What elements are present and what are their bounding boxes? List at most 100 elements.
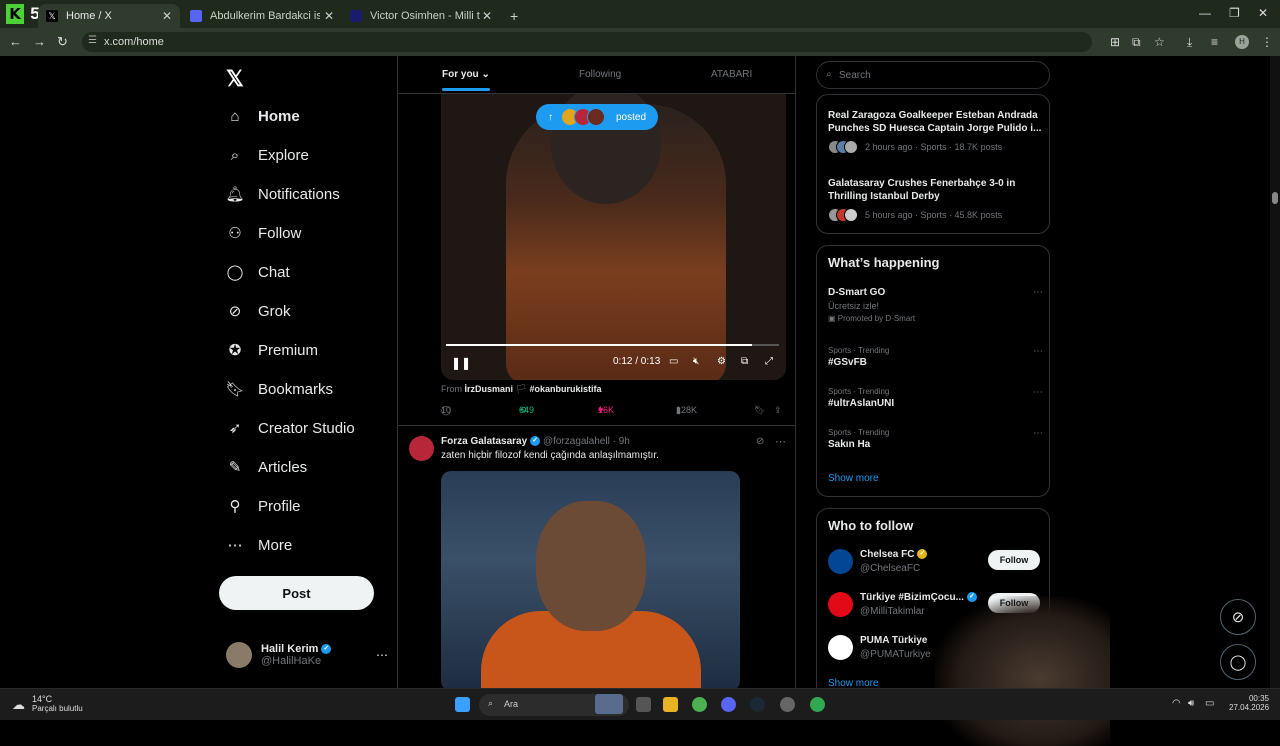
close-tab-icon[interactable]: ✕ (482, 9, 492, 23)
more-icon[interactable]: ⋯ (1033, 428, 1043, 439)
volume-icon[interactable]: 🔊︎ (1188, 698, 1194, 709)
video-progress-bar[interactable] (446, 344, 779, 346)
more-icon[interactable]: ⋯ (376, 648, 388, 662)
sidebar-item-explore[interactable]: ⌕ Explore (226, 138, 309, 172)
minimize-icon[interactable]: — (1199, 6, 1211, 20)
close-tab-icon[interactable]: ✕ (162, 9, 172, 23)
tab-for-you[interactable]: For you ⌄ (442, 69, 490, 91)
weather-widget[interactable]: ☁ 14°C Parçalı bulutlu (12, 694, 83, 713)
browser-taskbar-icon[interactable] (810, 697, 825, 712)
suggestion-name: Chelsea FC ✓ (860, 549, 928, 560)
new-posts-toast[interactable]: ↑ posted (536, 104, 658, 130)
captions-icon[interactable]: ▭ (669, 356, 678, 367)
attribution-user[interactable]: İrzDusmani (465, 384, 514, 394)
restore-icon[interactable]: ❐ (1229, 6, 1240, 20)
chrome-icon[interactable] (692, 697, 707, 712)
news-avatars (828, 140, 858, 154)
more-icon[interactable]: ⋯ (1033, 346, 1043, 357)
translate-icon[interactable]: ⊞ (1110, 35, 1120, 49)
sidebar-item-grok[interactable]: ⊘ Grok (226, 294, 291, 328)
sidebar-item-label: Articles (258, 458, 308, 476)
address-bar[interactable]: ☰ x.com/home (82, 32, 1092, 52)
news-item[interactable]: Real Zaragoza Goalkeeper Esteban Andrada… (828, 109, 1043, 154)
profile-avatar[interactable]: H (1235, 35, 1249, 49)
back-icon[interactable]: ← (9, 34, 22, 49)
sidebar-item-profile[interactable]: ⚲ Profile (226, 489, 301, 523)
sidebar-item-articles[interactable]: ✎ Articles (226, 450, 307, 484)
avatar[interactable] (409, 436, 434, 461)
sidebar-item-home[interactable]: ⌂ Home (226, 99, 299, 133)
new-tab-button[interactable]: + (502, 4, 522, 28)
sidebar-item-creator-studio[interactable]: ➶ Creator Studio (226, 411, 355, 445)
tab-osimhen[interactable]: Victor Osimhen - Milli takım | T ✕ (342, 4, 500, 28)
sidebar-item-premium[interactable]: ✪ Premium (226, 333, 318, 367)
more-icon[interactable]: ⋯ (1033, 387, 1043, 398)
pause-icon[interactable]: ❚❚ (451, 356, 471, 370)
reload-icon[interactable]: ↻ (57, 34, 68, 50)
tab-abdulkerim[interactable]: Abdulkerim Bardakci istatistikle ✕ (182, 4, 342, 28)
follow-button[interactable]: Follow (988, 550, 1040, 570)
steam-icon[interactable] (750, 697, 765, 712)
install-icon[interactable]: ⧉ (1132, 35, 1141, 50)
news-item[interactable]: Galatasaray Crushes Fenerbahçe 3-0 in Th… (828, 177, 1043, 222)
widget-icon[interactable] (595, 694, 623, 714)
scrollbar-thumb[interactable] (1272, 192, 1278, 204)
post-image[interactable] (441, 471, 740, 688)
fullscreen-icon[interactable]: ⤢ (765, 356, 773, 367)
avatar[interactable] (828, 592, 853, 617)
sidebar-item-more[interactable]: ⋯ More (226, 528, 293, 562)
video-player[interactable]: ❚❚ 0:12 / 0:13 ▭ 🔇︎ ⚙ ⧉ ⤢ (441, 94, 786, 380)
avatar[interactable] (828, 549, 853, 574)
sidebar-item-follow[interactable]: ⚇ Follow (226, 216, 301, 250)
task-view-icon[interactable] (636, 697, 651, 712)
settings-gear-icon[interactable]: ⚙ (717, 356, 726, 367)
app-icon[interactable] (780, 697, 795, 712)
grok-icon[interactable]: ⊘ (756, 436, 764, 447)
pip-icon[interactable]: ⧉ (741, 356, 748, 367)
discord-icon[interactable] (721, 697, 736, 712)
sidebar-item-chat[interactable]: ◯ Chat (226, 255, 290, 289)
trend-item[interactable]: Sports · Trending #ultrAslanUNI ⋯ (828, 387, 1043, 409)
start-icon[interactable] (455, 697, 470, 712)
avatar[interactable] (828, 635, 853, 660)
tab-home-x[interactable]: 𝕏 Home / X ✕ (38, 4, 180, 28)
post-button[interactable]: Post (219, 576, 374, 610)
messages-fab-icon[interactable]: ◯ (1220, 644, 1256, 680)
bookmark-icon[interactable]: 🔖︎ (754, 405, 765, 416)
menu-kebab-icon[interactable]: ⋮ (1261, 35, 1273, 49)
trend-name: D-Smart GO (828, 287, 886, 298)
account-switcher[interactable]: Halil Kerim ✓ @HalilHaKe ⋯ (226, 642, 388, 668)
trend-item[interactable]: Sports · Trending Sakın Ha ⋯ (828, 428, 1043, 450)
tab-atabari[interactable]: ATABARI (711, 69, 752, 80)
promoted-icon: ▣ (828, 314, 836, 323)
more-icon[interactable]: ⋯ (775, 435, 786, 448)
scrollbar[interactable] (1270, 56, 1280, 688)
promoted-trend[interactable]: D-Smart GO Ücretsiz izle! ▣ Promoted by … (828, 287, 1043, 323)
clock[interactable]: 00:35 27.04.2026 (1229, 694, 1269, 712)
file-explorer-icon[interactable] (663, 697, 678, 712)
sidebar-item-bookmarks[interactable]: 🔖︎ Bookmarks (225, 372, 333, 406)
window-close-icon[interactable]: ✕ (1258, 6, 1268, 20)
close-tab-icon[interactable]: ✕ (324, 9, 334, 23)
sidebar-item-notifications[interactable]: 🔔︎ Notifications (225, 177, 339, 211)
post-author[interactable]: Forza Galatasaray ✓ @forzagalahell · 9h (441, 436, 630, 447)
trend-item[interactable]: Sports · Trending #GSvFB ⋯ (828, 346, 1043, 368)
active-tab-indicator (442, 88, 490, 91)
wifi-icon[interactable]: ◠ (1172, 698, 1181, 709)
show-more-link[interactable]: Show more (828, 473, 879, 484)
site-info-icon[interactable]: ☰ (88, 35, 97, 46)
reading-list-icon[interactable]: ≡ (1211, 35, 1218, 49)
hashtag-link[interactable]: #okanburukistifa (530, 384, 602, 394)
grok-fab-icon[interactable]: ⊘ (1220, 599, 1256, 635)
follow-suggestion[interactable]: Chelsea FC ✓ @ChelseaFC Follow (828, 549, 1043, 577)
share-icon[interactable]: ⇪ (774, 405, 782, 416)
more-icon[interactable]: ⋯ (1033, 287, 1043, 298)
forward-icon[interactable]: → (33, 34, 46, 49)
search-input[interactable]: ⌕ Search (816, 61, 1050, 89)
mute-icon[interactable]: 🔇︎ (693, 356, 699, 367)
star-icon[interactable]: ☆ (1154, 35, 1165, 49)
tab-following[interactable]: Following (579, 69, 621, 80)
battery-icon[interactable]: ▭ (1205, 698, 1214, 709)
download-icon[interactable]: ⤓ (1187, 35, 1192, 50)
x-logo-icon[interactable]: 𝕏 (226, 66, 244, 92)
